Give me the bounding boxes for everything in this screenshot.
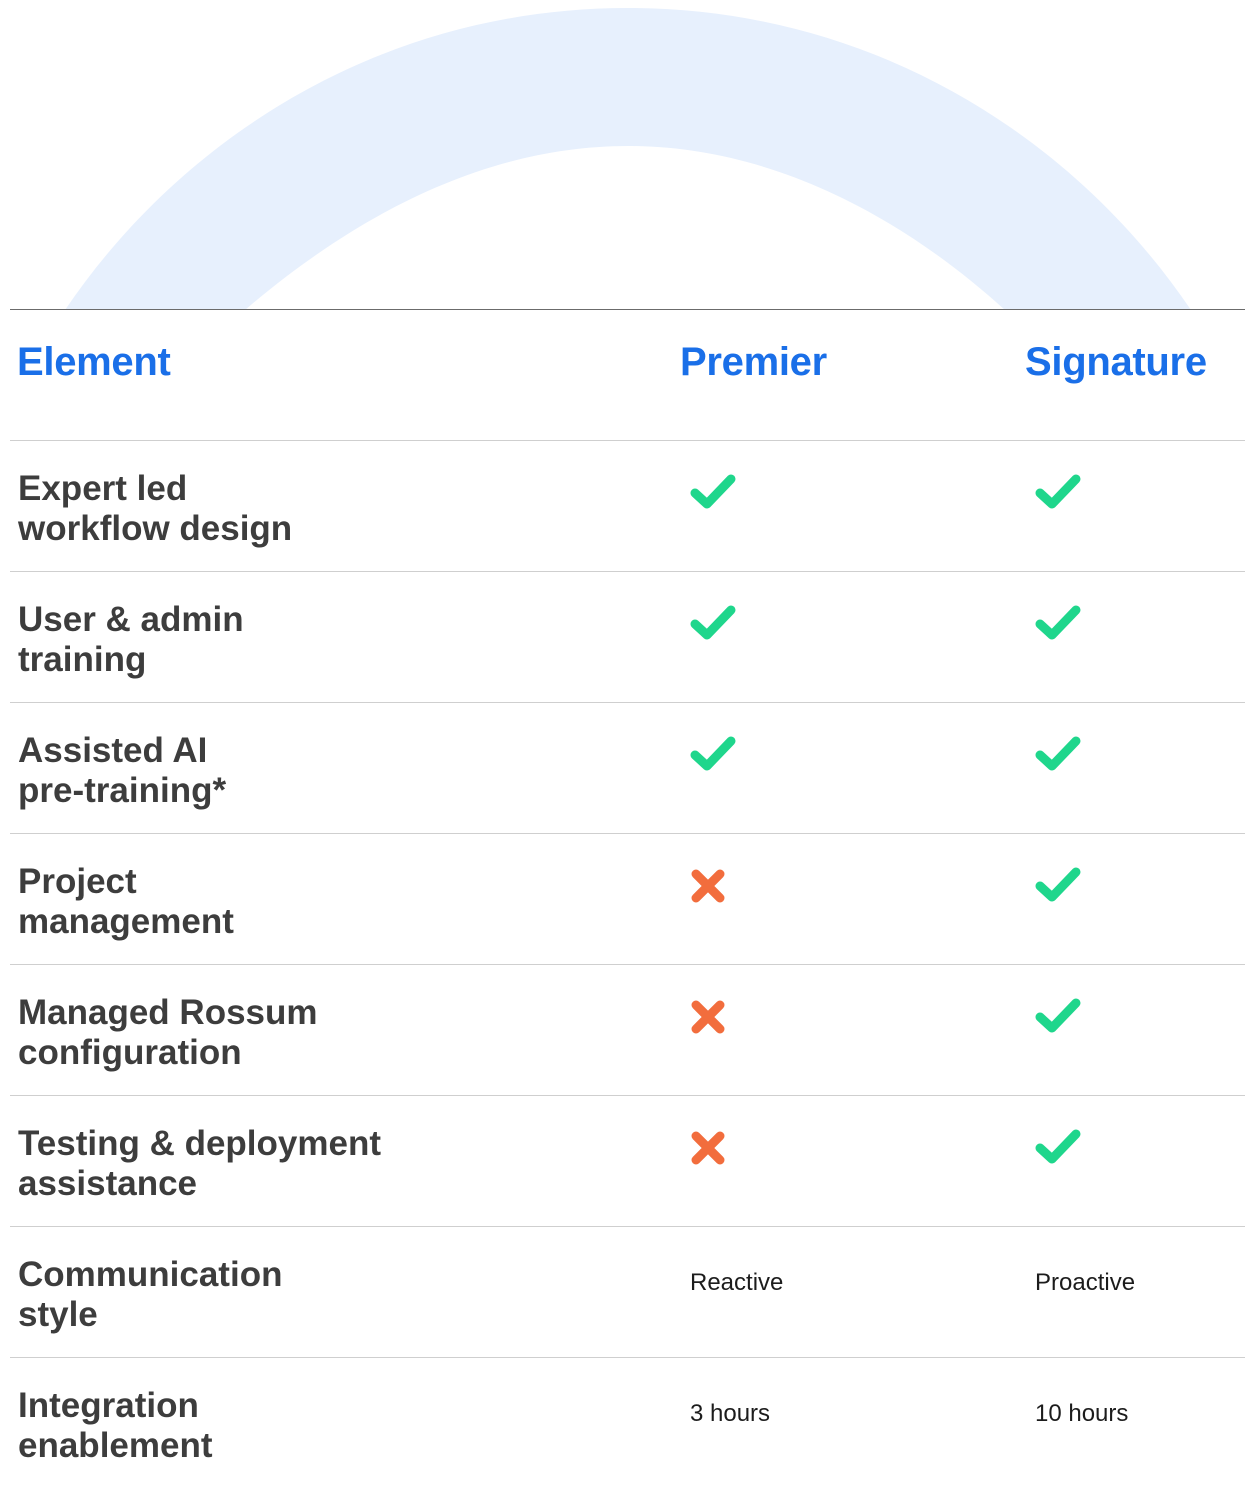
row-label: Assisted AI pre-training*: [18, 731, 227, 810]
signature-cell: [1025, 1128, 1081, 1166]
table-row: Managed Rossum configuration: [10, 964, 1245, 1095]
premier-cell: [680, 866, 728, 906]
signature-cell: [1025, 997, 1081, 1035]
check-icon: [690, 473, 736, 511]
check-icon: [690, 604, 736, 642]
signature-cell: [1025, 735, 1081, 773]
table-row: Communication style Reactive Proactive: [10, 1226, 1245, 1357]
premier-value: Reactive: [690, 1269, 784, 1296]
premier-cell: [680, 1128, 728, 1168]
table-row: Project management: [10, 833, 1245, 964]
table-row: Testing & deployment assistance: [10, 1095, 1245, 1226]
cross-icon: [688, 866, 728, 906]
table-row: User & admin training: [10, 571, 1245, 702]
table-header: Element Premier Signature: [0, 310, 1245, 441]
row-label: Testing & deployment assistance: [18, 1124, 381, 1203]
signature-cell: 10 hours: [1025, 1390, 1128, 1428]
premier-cell: [680, 997, 728, 1037]
check-icon: [1035, 473, 1081, 511]
column-header-premier: Premier: [680, 340, 827, 384]
premier-cell: [680, 473, 736, 511]
cross-icon: [688, 997, 728, 1037]
table-row: Integration enablement 3 hours 10 hours: [10, 1357, 1245, 1488]
check-icon: [1035, 604, 1081, 642]
signature-cell: [1025, 866, 1081, 904]
signature-value: 10 hours: [1035, 1400, 1129, 1427]
check-icon: [690, 735, 736, 773]
signature-cell: [1025, 604, 1081, 642]
check-icon: [1035, 1128, 1081, 1166]
row-label: Expert led workflow design: [18, 469, 293, 548]
premier-value: 3 hours: [690, 1400, 771, 1427]
premier-cell: [680, 604, 736, 642]
decorative-arch: [0, 0, 1245, 310]
check-icon: [1035, 866, 1081, 904]
row-label: Project management: [18, 862, 234, 941]
column-header-signature: Signature: [1025, 340, 1207, 384]
check-icon: [1035, 997, 1081, 1035]
signature-cell: Proactive: [1025, 1259, 1135, 1297]
premier-cell: 3 hours: [680, 1390, 770, 1428]
signature-cell: [1025, 473, 1081, 511]
premier-cell: Reactive: [680, 1259, 783, 1297]
table-row: Assisted AI pre-training*: [10, 702, 1245, 833]
row-label: Communication style: [18, 1255, 283, 1334]
cross-icon: [688, 1128, 728, 1168]
premier-cell: [680, 735, 736, 773]
row-label: Managed Rossum configuration: [18, 993, 318, 1072]
row-label: Integration enablement: [18, 1386, 213, 1465]
check-icon: [1035, 735, 1081, 773]
column-header-element: Element: [17, 340, 171, 384]
row-label: User & admin training: [18, 600, 244, 679]
comparison-table: Expert led workflow design User & admin t…: [0, 440, 1245, 1488]
signature-value: Proactive: [1035, 1269, 1136, 1296]
table-row: Expert led workflow design: [10, 440, 1245, 571]
